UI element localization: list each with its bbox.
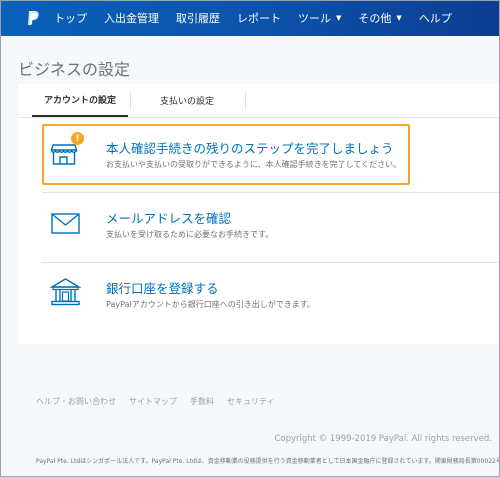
highlight-box: [42, 124, 410, 185]
bank-icon: [49, 276, 82, 308]
nav-history-label: 取引履歴: [176, 12, 220, 25]
footer-link-sitemap[interactable]: サイトマップ: [129, 396, 177, 407]
tab-payment-settings[interactable]: 支払いの設定: [131, 83, 243, 117]
nav-tools-label: ツール: [298, 12, 331, 25]
tab-divider: [245, 91, 246, 110]
top-navigation: トップ 入出金管理 取引履歴 レポート ツール ▼ その他 ▼ ヘルプ: [0, 0, 500, 36]
task-link-bank[interactable]: 銀行口座を登録する PayPalアカウントから銀行口座への引き出しができます。: [42, 266, 500, 326]
envelope-icon: [50, 206, 82, 238]
chevron-down-icon: ▼: [396, 14, 402, 22]
divider: [42, 262, 500, 263]
task-title[interactable]: 銀行口座を登録する: [106, 278, 219, 297]
footer-link-security[interactable]: セキュリティ: [227, 396, 275, 407]
task-confirm-email[interactable]: メールアドレスを確認 支払いを受け取るために必要なお手続きです。: [42, 196, 500, 256]
settings-tabs: アカウントの設定 支払いの設定: [18, 84, 500, 118]
page-title: ビジネスの設定: [18, 60, 131, 79]
task-description: PayPalアカウントから銀行口座への引き出しができます。: [106, 300, 315, 309]
nav-other-label: その他: [358, 12, 392, 25]
nav-tools[interactable]: ツール ▼: [298, 10, 341, 26]
nav-reports[interactable]: レポート: [237, 10, 281, 26]
nav-reports-label: レポート: [237, 12, 281, 25]
paypal-logo-icon[interactable]: [26, 10, 40, 26]
task-description: 支払いを受け取るために必要なお手続きです。: [106, 230, 274, 239]
divider: [42, 192, 500, 193]
footer-link-fees[interactable]: 手数料: [190, 396, 214, 407]
nav-top-label: トップ: [54, 12, 87, 25]
footer-link-help[interactable]: ヘルプ・お問い合わせ: [36, 396, 116, 407]
tab-account-settings[interactable]: アカウントの設定: [32, 83, 128, 117]
nav-deposits-label: 入出金管理: [104, 12, 159, 25]
copyright-text: Copyright © 1999-2019 PayPal. All rights…: [274, 434, 492, 444]
nav-deposits-withdrawals[interactable]: 入出金管理: [104, 10, 159, 26]
chevron-down-icon: ▼: [336, 14, 342, 22]
footer-links: ヘルプ・お問い合わせ サイトマップ 手数料 セキュリティ: [36, 396, 288, 407]
nav-transaction-history[interactable]: 取引履歴: [176, 10, 220, 26]
legal-text: PayPal Pte. Ltdはシンガポール法人です。PayPal Pte. L…: [36, 458, 500, 465]
nav-other[interactable]: その他 ▼: [358, 10, 401, 26]
nav-help-label: ヘルプ: [418, 12, 452, 25]
task-title[interactable]: メールアドレスを確認: [106, 208, 231, 227]
nav-help[interactable]: ヘルプ: [419, 10, 452, 26]
nav-top[interactable]: トップ: [54, 10, 87, 26]
